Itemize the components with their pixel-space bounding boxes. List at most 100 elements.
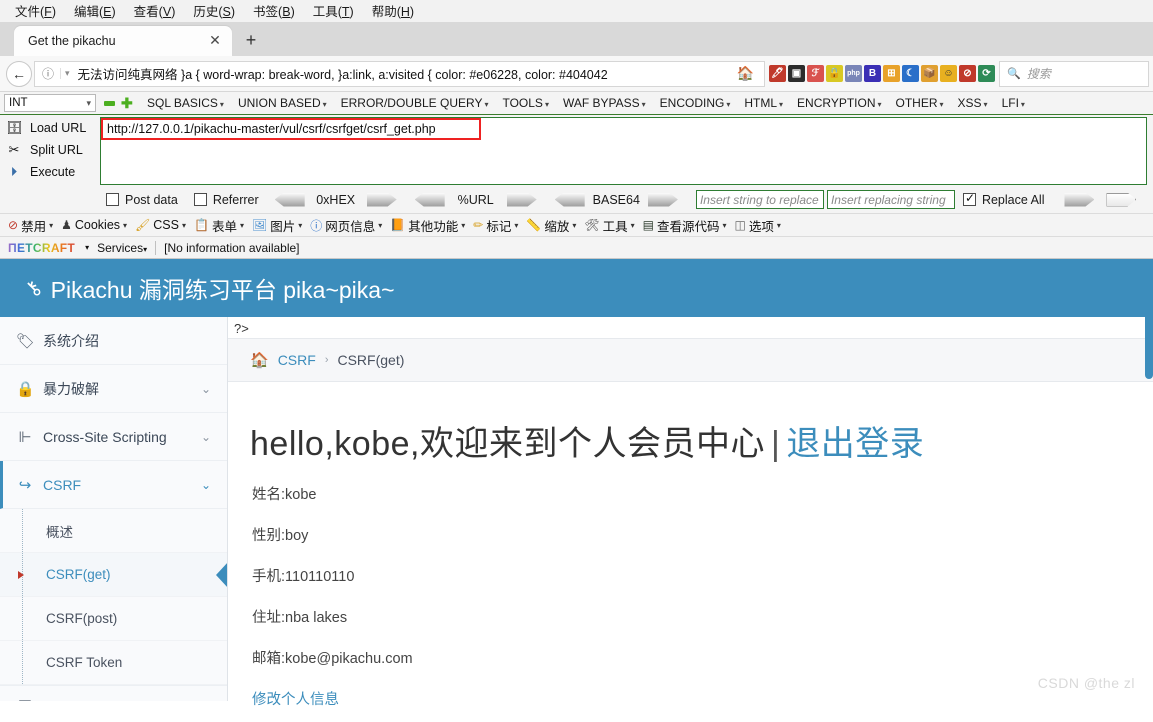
plus-icon[interactable]: ✚ (121, 96, 133, 110)
toolbar-options[interactable]: ◫ 选项 ▾ (731, 216, 785, 235)
edit-profile-link[interactable]: 修改个人信息 (252, 692, 339, 708)
referrer-checkbox[interactable]: Referrer (193, 193, 259, 207)
site-info-icon[interactable]: ⓘ (39, 65, 60, 82)
address-bar[interactable]: ⓘ ▾ 无法访问纯真网络 }a { word-wrap: break-word,… (34, 60, 765, 87)
hackbar-menu-xss[interactable]: XSS ▾ (951, 96, 995, 110)
sidebar-subitem-csrf-token[interactable]: CSRF Token (0, 641, 227, 685)
decode-arrow-icon[interactable] (554, 192, 585, 207)
sidebar-item-xss[interactable]: ⊩ Cross-Site Scripting ⌄ (0, 413, 227, 461)
menu-view[interactable]: 查看(V) (125, 1, 185, 20)
list-item: 姓名:kobe (252, 487, 317, 503)
menu-file[interactable]: 文件(F) (6, 1, 65, 20)
firebug-icon[interactable]: 🖊 (769, 65, 786, 82)
hackbar-menu-html[interactable]: HTML ▾ (737, 96, 790, 110)
replace-apply-arrow-icon[interactable] (1064, 192, 1095, 207)
hackbar-menu-error-double-query[interactable]: ERROR/DOUBLE QUERY ▾ (334, 96, 496, 110)
sidebar-item-intro[interactable]: 🏷 系统介绍 (0, 317, 227, 365)
bookmark-b-icon[interactable]: B (864, 65, 881, 82)
encoder-base64-label: BASE64 (592, 192, 640, 207)
toolbar-disable[interactable]: ⊘ 禁用 ▾ (4, 216, 57, 235)
toolbar-cookies[interactable]: ♟ Cookies ▾ (57, 218, 131, 232)
list-item: 手机:110110110 (252, 569, 355, 585)
hackbar-url-textarea[interactable]: http://127.0.0.1/pikachu-master/vul/csrf… (100, 117, 1147, 185)
minus-icon[interactable] (104, 100, 115, 106)
post-data-checkbox[interactable]: Post data (106, 193, 178, 207)
page-scrollbar[interactable] (1145, 259, 1153, 701)
toolbar-images[interactable]: 🖼 图片 ▾ (248, 216, 306, 235)
hackbar-type-select[interactable]: INT ▾ (4, 94, 96, 112)
toolbar-outline[interactable]: ✏ 标记 ▾ (469, 216, 522, 235)
split-url-button[interactable]: ✂ Split URL (6, 139, 100, 161)
back-arrow-icon: ← (6, 60, 32, 87)
sidebar-subitem-overview[interactable]: 概述 (0, 509, 227, 553)
toolbar-resize[interactable]: 📏 缩放 ▾ (522, 216, 580, 235)
fiddler-icon[interactable]: ℱ (807, 65, 824, 82)
hackbar-menu-waf-bypass[interactable]: WAF BYPASS ▾ (556, 96, 653, 110)
sidebar-item-bruteforce[interactable]: 🔒 暴力破解 ⌄ (0, 365, 227, 413)
home-icon[interactable]: 🏠 (731, 65, 760, 82)
sidebar-subitem-label: CSRF(post) (46, 611, 118, 626)
greeting-divider: | (770, 425, 781, 463)
sidebar-item-sql-injection[interactable]: ▤ (0, 685, 227, 701)
replacing-string-input[interactable]: Insert replacing string (826, 190, 955, 209)
home-icon[interactable]: 🏠 (250, 351, 269, 369)
replace-reset-arrow-icon[interactable] (1106, 192, 1137, 207)
hackbar-url-value-highlight[interactable]: http://127.0.0.1/pikachu-master/vul/csrf… (101, 118, 481, 140)
toolbar-css[interactable]: 🖌 CSS ▾ (131, 218, 190, 232)
logout-link[interactable]: 退出登录 (786, 425, 924, 463)
replace-all-checkbox[interactable]: Replace All (962, 191, 1044, 207)
hackbar-menu-other[interactable]: OTHER ▾ (889, 96, 951, 110)
execute-button[interactable]: ⏵ Execute (6, 161, 100, 183)
chevron-down-icon[interactable]: ▾ (85, 243, 89, 252)
csrf-icon: ↪ (18, 476, 32, 494)
hackbar-menu-encryption[interactable]: ENCRYPTION ▾ (790, 96, 888, 110)
checkbox-box (962, 191, 976, 206)
menu-tools[interactable]: 工具(T) (304, 1, 363, 20)
new-tab-button[interactable]: + (236, 26, 266, 56)
sidebar-subitem-csrf-get[interactable]: CSRF(get) (0, 553, 227, 597)
menu-bookmarks[interactable]: 书签(B) (244, 1, 304, 20)
toolbar-misc[interactable]: 📙 其他功能 ▾ (386, 216, 469, 235)
smiley-icon[interactable]: ☺ (940, 65, 957, 82)
sidebar-item-label: Cross-Site Scripting (43, 428, 167, 445)
toolbar-tools[interactable]: 🛠 工具 ▾ (580, 216, 638, 235)
windows-icon[interactable]: ⊞ (883, 65, 900, 82)
lock-icon[interactable]: 🔒 (826, 65, 843, 82)
load-url-button[interactable]: 🗄 Load URL (6, 117, 100, 139)
php-icon[interactable]: php (845, 65, 862, 82)
box-icon[interactable]: 📦 (921, 65, 938, 82)
sidebar-item-csrf[interactable]: ↪ CSRF ⌄ (0, 461, 227, 509)
scrollbar-thumb[interactable] (1145, 259, 1153, 379)
sidebar-subitem-csrf-post[interactable]: CSRF(post) (0, 597, 227, 641)
moon-icon[interactable]: ☾ (902, 65, 919, 82)
decode-arrow-icon[interactable] (414, 192, 445, 207)
search-box[interactable]: 🔍 搜索 (999, 60, 1149, 87)
menu-edit[interactable]: 编辑(E) (65, 1, 125, 20)
reload-icon[interactable]: ⟳ (978, 65, 995, 82)
encode-arrow-icon[interactable] (506, 192, 537, 207)
replace-string-input[interactable]: Insert string to replace (695, 190, 824, 209)
noscript-icon[interactable]: ⊘ (959, 65, 976, 82)
toolbar-page-info[interactable]: ⓘ 网页信息 ▾ (306, 216, 386, 235)
browser-tab[interactable]: Get the pikachu ✕ (14, 26, 232, 56)
toolbar-view-source[interactable]: ▤ 查看源代码 ▾ (639, 216, 731, 235)
menu-help[interactable]: 帮助(H) (363, 1, 423, 20)
hackbar-menu-lfi[interactable]: LFI ▾ (995, 96, 1032, 110)
back-button[interactable]: ← (4, 59, 34, 89)
netcraft-services-menu[interactable]: Services▾ (97, 241, 147, 255)
pikachu-page: ⚷ Pikachu 漏洞练习平台 pika~pika~ 🏷 系统介绍 🔒 暴力破… (0, 259, 1153, 708)
hackbar-menu-union-based[interactable]: UNION BASED ▾ (231, 96, 334, 110)
pikachu-sidebar: 🏷 系统介绍 🔒 暴力破解 ⌄ ⊩ Cross-Site Scripting ⌄… (0, 317, 228, 701)
hackbar-menu-sql-basics[interactable]: SQL BASICS ▾ (140, 96, 231, 110)
menu-history[interactable]: 历史(S) (184, 1, 244, 20)
screenshot-icon[interactable]: ▣ (788, 65, 805, 82)
decode-arrow-icon[interactable] (274, 192, 305, 207)
hackbar-menu-encoding[interactable]: ENCODING ▾ (653, 96, 738, 110)
hackbar-menu-tools[interactable]: TOOLS ▾ (495, 96, 555, 110)
chevron-down-icon[interactable]: ▾ (60, 68, 78, 79)
encode-arrow-icon[interactable] (647, 192, 678, 207)
encode-arrow-icon[interactable] (366, 192, 397, 207)
breadcrumb-parent[interactable]: CSRF (278, 352, 316, 368)
close-icon[interactable]: ✕ (206, 32, 224, 50)
toolbar-forms[interactable]: 📋 表单 ▾ (190, 216, 248, 235)
